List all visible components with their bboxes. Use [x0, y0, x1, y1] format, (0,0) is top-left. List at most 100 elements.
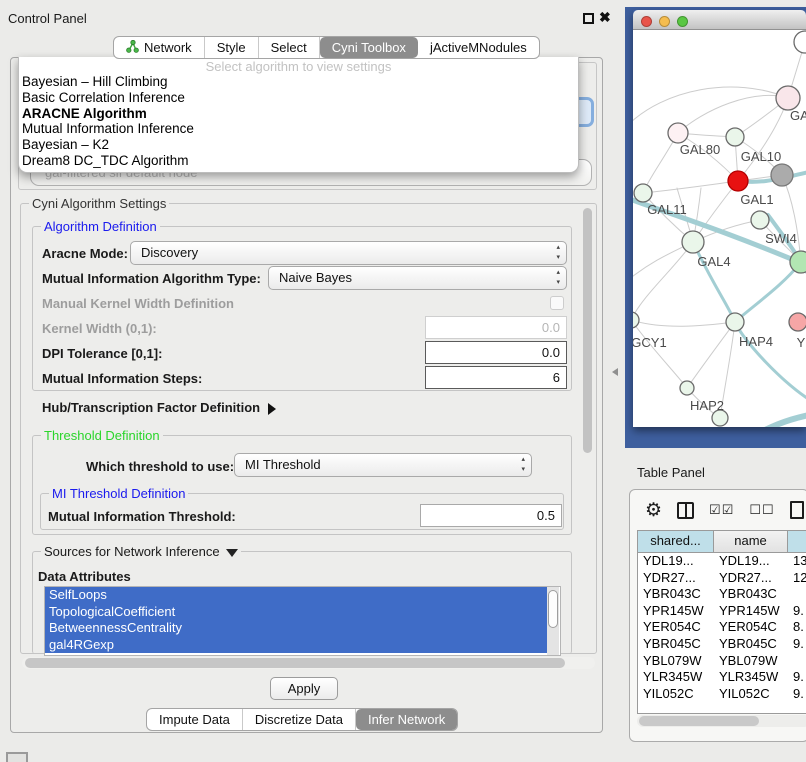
settings-vertical-scrollbar[interactable] — [582, 204, 593, 652]
minimized-panel-icon[interactable] — [6, 752, 28, 762]
apply-button[interactable]: Apply — [270, 677, 338, 700]
column-header-partial[interactable] — [788, 531, 806, 552]
manual-kernel-width-checkbox[interactable] — [550, 296, 564, 310]
algorithm-option[interactable]: Dream8 DC_TDC Algorithm — [19, 153, 578, 169]
table-row[interactable]: YBL079WYBL079W — [638, 653, 806, 670]
network-window-titlebar[interactable] — [633, 10, 806, 30]
tab-infer-network[interactable]: Infer Network — [356, 709, 457, 730]
node-hap2[interactable] — [680, 381, 694, 395]
scrollbar-thumb[interactable] — [25, 658, 565, 668]
aracne-mode-combo[interactable]: Discovery ▴▾ — [130, 241, 567, 265]
combo-arrows-icon: ▴▾ — [521, 455, 525, 475]
sources-group-title[interactable]: Sources for Network Inference — [41, 544, 241, 559]
scrollbar-thumb[interactable] — [583, 208, 592, 453]
table-row[interactable]: YLR345WYLR345W9. — [638, 669, 806, 686]
node[interactable] — [776, 86, 800, 110]
node-hap4[interactable] — [726, 313, 744, 331]
node-gal1-selected[interactable] — [728, 171, 748, 191]
table-row[interactable]: YER054CYER054C8. — [638, 619, 806, 636]
algorithm-option[interactable]: Mutual Information Inference — [19, 121, 578, 137]
table-row[interactable]: YDL19...YDL19...13 — [638, 553, 806, 570]
scrollbar-thumb[interactable] — [548, 590, 558, 628]
node-gcy1[interactable] — [633, 312, 639, 328]
node-gal10[interactable] — [726, 128, 744, 146]
node-green[interactable] — [790, 251, 806, 273]
node-salmon[interactable] — [789, 313, 806, 331]
window-close-button[interactable] — [641, 16, 652, 27]
tab-impute-data[interactable]: Impute Data — [147, 709, 243, 730]
mi-threshold-field[interactable]: 0.5 — [420, 504, 562, 527]
window-minimize-button[interactable] — [659, 16, 670, 27]
table-row[interactable]: YIL052CYIL052C9. — [638, 686, 806, 703]
hub-definition-expander[interactable]: Hub/Transcription Factor Definition — [42, 400, 276, 415]
node-label: GAL — [790, 108, 806, 123]
node-gal11[interactable] — [634, 184, 652, 202]
cell: YIL052C — [638, 686, 714, 703]
network-view-panel: GAL GAL80 GAL10 GAL1 GAL11 SWI4 GAL4 GCY… — [625, 7, 806, 448]
which-threshold-value: MI Threshold — [245, 457, 321, 472]
tab-network[interactable]: Network — [114, 37, 205, 58]
algorithm-option[interactable]: Bayesian – K2 — [19, 137, 578, 153]
column-header-shared-name[interactable]: shared... — [638, 531, 714, 552]
export-table-icon[interactable] — [790, 501, 804, 519]
cell: YBL079W — [714, 653, 788, 670]
algorithm-option[interactable]: Basic Correlation Inference — [19, 90, 578, 106]
node-gray[interactable] — [771, 164, 793, 186]
cell: 9. — [788, 603, 806, 620]
tab-style[interactable]: Style — [205, 37, 259, 58]
cell — [788, 586, 806, 603]
close-icon[interactable]: ✖ — [599, 9, 611, 26]
table-row[interactable]: YDR27...YDR27...12 — [638, 570, 806, 587]
sources-title-label: Sources for Network Inference — [44, 544, 220, 559]
table-row[interactable]: YPR145WYPR145W9. — [638, 603, 806, 620]
node[interactable] — [794, 31, 806, 53]
deselect-all-checkboxes-icon[interactable]: ☐☐ — [749, 502, 774, 518]
attribute-item-selected[interactable]: BetweennessCentrality — [45, 620, 547, 637]
kernel-width-field[interactable]: 0.0 — [425, 316, 567, 339]
data-attributes-list[interactable]: SelfLoops TopologicalCoefficient Between… — [44, 586, 561, 656]
attribute-item-selected[interactable]: SelfLoops — [45, 587, 547, 604]
cell: 13 — [788, 553, 806, 570]
column-header-name[interactable]: name — [714, 531, 788, 552]
node-swi4[interactable] — [751, 211, 769, 229]
float-window-icon[interactable] — [583, 13, 594, 24]
dpi-tolerance-label: DPI Tolerance [0,1]: — [42, 346, 162, 361]
table-row[interactable]: YBR043CYBR043C — [638, 586, 806, 603]
select-all-checkboxes-icon[interactable]: ☑☑ — [709, 502, 734, 518]
attribute-item-selected[interactable]: gal4RGexp — [45, 637, 547, 654]
node-gal4[interactable] — [682, 231, 704, 253]
cell: YBR043C — [714, 586, 788, 603]
cyni-algorithm-settings-title: Cyni Algorithm Settings — [29, 196, 169, 211]
attributes-scrollbar[interactable] — [547, 587, 559, 655]
scrollbar-thumb[interactable] — [639, 716, 759, 726]
manual-kernel-width-label: Manual Kernel Width Definition — [42, 296, 234, 311]
tab-jactivemnodules[interactable]: jActiveMNodules — [418, 37, 539, 58]
node-gal80[interactable] — [668, 123, 688, 143]
algorithm-dropdown: Select algorithm to view settings Bayesi… — [18, 57, 579, 173]
tab-discretize-data[interactable]: Discretize Data — [243, 709, 356, 730]
tab-discretize-data-label: Discretize Data — [255, 712, 343, 727]
gear-icon[interactable]: ⚙ — [645, 499, 662, 522]
mi-algorithm-type-combo[interactable]: Naive Bayes ▴▾ — [268, 266, 567, 290]
combo-arrows-icon: ▴▾ — [556, 268, 560, 288]
attribute-item-selected[interactable]: TopologicalCoefficient — [45, 604, 547, 621]
algorithm-option[interactable]: Bayesian – Hill Climbing — [19, 74, 578, 90]
columns-icon[interactable] — [677, 502, 694, 519]
window-zoom-button[interactable] — [677, 16, 688, 27]
table-horizontal-scrollbar[interactable] — [637, 715, 806, 727]
tab-select[interactable]: Select — [259, 37, 320, 58]
mi-steps-field[interactable]: 6 — [425, 366, 567, 389]
dpi-tolerance-field[interactable]: 0.0 — [425, 341, 567, 364]
cell: YIL052C — [714, 686, 788, 703]
network-graph: GAL GAL80 GAL10 GAL1 GAL11 SWI4 GAL4 GCY… — [633, 30, 806, 427]
algorithm-option-selected[interactable]: ARACNE Algorithm — [19, 106, 578, 122]
network-canvas[interactable]: GAL GAL80 GAL10 GAL1 GAL11 SWI4 GAL4 GCY… — [633, 30, 806, 427]
table-row[interactable]: YBR045CYBR045C9. — [638, 636, 806, 653]
settings-horizontal-scrollbar[interactable] — [22, 657, 595, 669]
threshold-definition-title: Threshold Definition — [41, 428, 163, 443]
panel-splitter-handle[interactable] — [612, 368, 618, 376]
which-threshold-combo[interactable]: MI Threshold ▴▾ — [234, 453, 532, 477]
tab-style-label: Style — [217, 40, 246, 55]
tab-cyni-toolbox[interactable]: Cyni Toolbox — [320, 37, 418, 58]
data-attributes-label: Data Attributes — [38, 569, 131, 584]
